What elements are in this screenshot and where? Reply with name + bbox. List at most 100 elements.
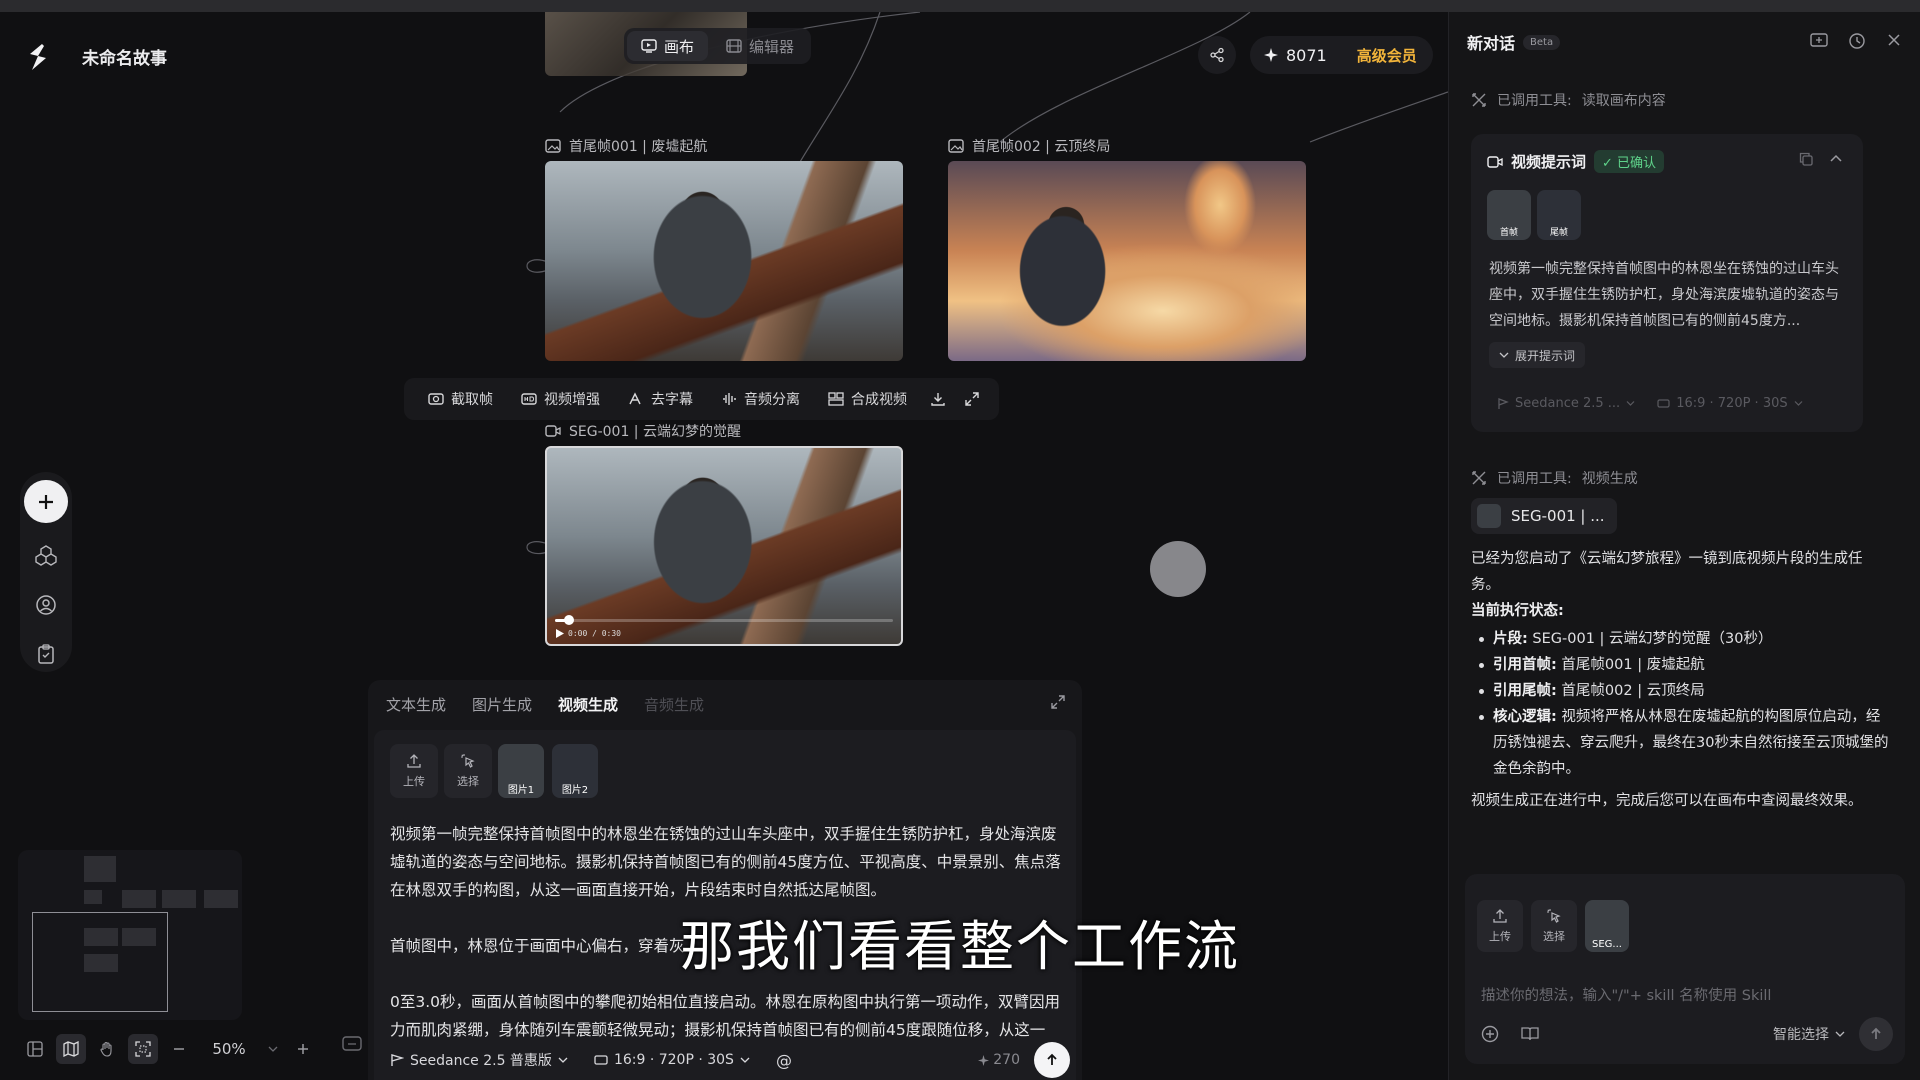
- video-node-player[interactable]: 0:00 / 0:30: [545, 446, 903, 646]
- chevron-down-icon: [558, 1057, 568, 1063]
- mode-selector[interactable]: 智能选择: [1773, 1024, 1845, 1044]
- cost-value: 270: [993, 1052, 1020, 1068]
- chat-upload-button[interactable]: 上传: [1477, 900, 1523, 952]
- map-button[interactable]: [56, 1034, 86, 1064]
- characters-button[interactable]: [28, 587, 64, 623]
- compose-video-button[interactable]: 合成视频: [816, 384, 919, 414]
- copy-icon[interactable]: [1799, 152, 1813, 166]
- share-button[interactable]: [1198, 36, 1236, 74]
- tab-text-generation[interactable]: 文本生成: [386, 694, 446, 715]
- editor-view-tab[interactable]: 编辑器: [712, 31, 808, 61]
- tab-video-generation[interactable]: 视频生成: [558, 694, 618, 715]
- segment-reference-chip[interactable]: SEG-001 | ...: [1471, 498, 1617, 534]
- reply-status-title: 当前执行状态:: [1471, 603, 1564, 619]
- chat-input-field[interactable]: 描述你的想法，输入"/"+ skill 名称使用 Skill: [1481, 984, 1771, 1005]
- status-key: 引用尾帧:: [1493, 683, 1557, 699]
- app-logo-icon[interactable]: [24, 42, 52, 72]
- attachment-1-label: 图片1: [507, 785, 535, 796]
- credits-value: 8071: [1286, 45, 1327, 65]
- attachment-image-1[interactable]: 图片1: [498, 744, 544, 798]
- layout-button[interactable]: [20, 1034, 50, 1064]
- expand-prompt-button[interactable]: 展开提示词: [1489, 342, 1586, 368]
- first-frame-thumb[interactable]: 首帧: [1487, 190, 1531, 240]
- prompt-card-meta: Seedance 2.5 ... 16:9 · 720P · 30S: [1497, 396, 1803, 411]
- confirmed-label: 已确认: [1617, 156, 1657, 171]
- compose-video-label: 合成视频: [851, 392, 907, 408]
- credits-badge[interactable]: 8071: [1250, 36, 1341, 74]
- upload-button[interactable]: 上传: [390, 744, 438, 798]
- send-button[interactable]: [1859, 1017, 1893, 1051]
- expand-prompt-label: 展开提示词: [1515, 348, 1576, 363]
- canvas-icon: [641, 39, 657, 53]
- clipboard-button[interactable]: [28, 636, 64, 672]
- audio-separate-button[interactable]: 音频分离: [709, 384, 812, 414]
- remove-subtitle-button[interactable]: 去字幕: [616, 384, 705, 414]
- tab-audio-generation[interactable]: 音频生成: [644, 694, 704, 715]
- zoom-in-button[interactable]: [288, 1034, 318, 1064]
- book-icon[interactable]: [1521, 1026, 1539, 1042]
- assistant-reply: 已经为您启动了《云端幻梦旅程》一镜到底视频片段的生成任务。 当前执行状态: 片段…: [1471, 546, 1891, 814]
- chat-input-toolbar: 智能选择: [1481, 1016, 1893, 1052]
- mouse-cursor-indicator: [1150, 541, 1206, 597]
- video-time: 0:00 / 0:30: [568, 629, 621, 638]
- fit-view-icon: [135, 1041, 151, 1057]
- zoom-dropdown[interactable]: [264, 1034, 282, 1064]
- assets-button[interactable]: [28, 537, 64, 573]
- frame-node-1-image[interactable]: [545, 161, 903, 361]
- spec-selector[interactable]: 16:9 · 720P · 30S: [594, 1052, 750, 1068]
- capture-frame-button[interactable]: 截取帧: [416, 384, 505, 414]
- add-node-button[interactable]: [24, 480, 68, 524]
- cost-indicator: 270: [978, 1052, 1020, 1068]
- chat-select-button[interactable]: 选择: [1531, 900, 1577, 952]
- new-chat-icon[interactable]: [1810, 32, 1828, 50]
- last-frame-thumb[interactable]: 尾帧: [1537, 190, 1581, 240]
- attachment-image-2[interactable]: 图片2: [552, 744, 598, 798]
- chat-input-box: 上传 选择 SEG... 描述你的想法，输入"/"+ skill 名称使用 Sk…: [1465, 874, 1905, 1064]
- video-icon: [545, 425, 561, 437]
- tab-image-generation[interactable]: 图片生成: [472, 694, 532, 715]
- chevron-up-icon[interactable]: [1829, 152, 1843, 166]
- download-button[interactable]: [923, 384, 953, 414]
- canvas-view-tab[interactable]: 画布: [627, 31, 709, 61]
- story-title[interactable]: 未命名故事: [82, 44, 167, 69]
- prompt-card-title: 视频提示词: [1511, 153, 1587, 171]
- zoom-level[interactable]: 50%: [200, 1040, 258, 1058]
- canvas-bottom-bar: 50%: [20, 1032, 318, 1066]
- chevron-down-icon: [268, 1046, 278, 1052]
- minimap-node: [84, 856, 116, 882]
- comment-button[interactable]: [342, 1036, 362, 1058]
- fullscreen-button[interactable]: [957, 384, 987, 414]
- frame-node-2-image[interactable]: [948, 161, 1306, 361]
- generate-button[interactable]: [1034, 1042, 1070, 1078]
- close-icon[interactable]: [1886, 32, 1902, 48]
- assistant-chat-panel: 新对话 Beta 已调用工具: 读取画布内容 视频提示词 ✓ 已确认 首帧 尾帧…: [1448, 12, 1920, 1080]
- status-key: 核心逻辑:: [1493, 709, 1557, 725]
- zoom-out-button[interactable]: [164, 1034, 194, 1064]
- video-progress-bar[interactable]: [555, 615, 893, 625]
- chevron-down-icon: [740, 1057, 750, 1063]
- mention-symbol: @: [775, 1050, 792, 1070]
- mention-button[interactable]: @: [776, 1051, 792, 1070]
- sparkle-icon: [1264, 48, 1278, 62]
- expand-panel-button[interactable]: [1050, 694, 1066, 714]
- model-selector[interactable]: Seedance 2.5 普惠版: [390, 1050, 568, 1070]
- tool-call-label: 已调用工具:: [1497, 93, 1572, 109]
- add-circle-icon[interactable]: [1481, 1025, 1499, 1043]
- video-enhance-button[interactable]: 视频增强: [509, 384, 612, 414]
- select-button[interactable]: 选择: [444, 744, 492, 798]
- hand-tool-button[interactable]: [92, 1034, 122, 1064]
- capture-frame-icon: [428, 393, 444, 405]
- capture-frame-label: 截取帧: [451, 392, 493, 408]
- spec-value: 16:9 · 720P · 30S: [613, 1052, 734, 1068]
- membership-badge[interactable]: 高级会员: [1340, 36, 1433, 74]
- text-eraser-icon: [629, 392, 641, 405]
- play-icon[interactable]: [555, 629, 564, 638]
- history-icon[interactable]: [1848, 32, 1866, 50]
- video-progress-knob[interactable]: [563, 615, 574, 625]
- chat-attachment-segment[interactable]: SEG...: [1585, 900, 1629, 952]
- editor-view-label: 编辑器: [749, 37, 795, 56]
- fit-view-button[interactable]: [128, 1034, 158, 1064]
- frame-node-1-label: 首尾帧001 | 废墟起航: [545, 136, 707, 156]
- arrow-up-icon: [1047, 1053, 1057, 1065]
- card-model-name: Seedance 2.5 ...: [1515, 396, 1621, 411]
